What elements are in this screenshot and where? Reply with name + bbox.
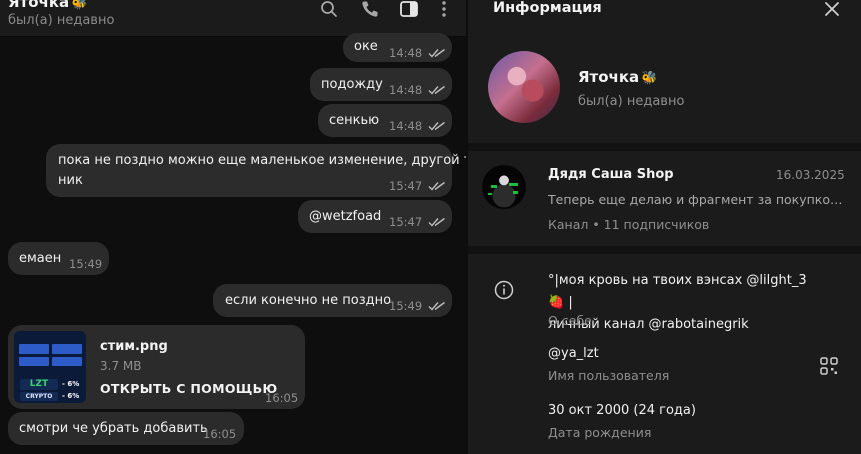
message-time: 16:05 [203, 427, 237, 441]
double-check-icon [428, 48, 445, 58]
message-time: 15:49 [389, 299, 423, 313]
info-panel: Информация Яточка 🐝 был(а) недавно Дядя С… [468, 0, 861, 454]
thumb-discount: - 6% [62, 380, 80, 388]
profile-status: был(а) недавно [578, 94, 685, 109]
message-bubble[interactable]: подожду 14:48 [310, 68, 452, 101]
search-icon[interactable] [319, 0, 339, 18]
message-text: оке [354, 39, 378, 54]
chat-status: был(а) недавно [8, 13, 115, 28]
message-bubble[interactable]: сенкью 14:48 [318, 104, 452, 137]
username-value[interactable]: @ya_lzt [548, 346, 599, 361]
bio-label: О себе [548, 313, 592, 328]
bio-line: °|моя кровь на твоих вэнсах @lilght_3 🍓 … [548, 273, 807, 310]
message-time: 14:48 [389, 46, 423, 60]
info-icon [494, 280, 514, 300]
channel-last-message: Теперь еще делаю и фрагмент за покупкой … [548, 192, 843, 207]
message-time: 16:05 [265, 391, 299, 405]
bee-emoji: 🐝 [641, 71, 658, 86]
message-time: 14:48 [389, 119, 423, 133]
message-text: смотри че убрать добавить [19, 421, 208, 436]
username-label: Имя пользователя [548, 368, 670, 383]
message-text: @wetzfoad [309, 209, 382, 224]
profile-name: Яточка 🐝 [578, 68, 657, 86]
file-size: 3.7 MB [100, 359, 142, 373]
channel-subscribers: Канал • 11 подписчиков [548, 217, 710, 232]
chat-title[interactable]: Яточка 🐝 [8, 0, 87, 11]
double-check-icon [428, 301, 445, 311]
birthday-label: Дата рождения [548, 425, 652, 440]
chat-pane: Яточка 🐝 был(а) недавно оке 14:48 подожду… [0, 0, 466, 454]
section-separator [468, 143, 861, 151]
birthday-value[interactable]: 30 окт 2000 (24 года) [548, 403, 696, 418]
double-check-icon [428, 121, 445, 131]
file-message[interactable]: LZT - 6% CRYPTO - 6% стим.png 3.7 MB ОТК… [8, 325, 305, 409]
channel-name: Дядя Саша Shop [548, 167, 674, 182]
close-icon[interactable] [824, 1, 840, 17]
message-text: если конечно не поздно [225, 293, 392, 308]
profile-name-text: Яточка [578, 68, 640, 86]
message-time: 15:47 [389, 215, 423, 229]
message-text: сенкью [329, 113, 380, 128]
sidebar-toggle-icon[interactable] [399, 0, 419, 18]
crypto-logo: CRYPTO [20, 392, 58, 401]
lzt-logo: LZT [20, 379, 58, 390]
avatar[interactable] [488, 51, 560, 123]
message-time: 14:48 [389, 83, 423, 97]
message-text-line1: пока не поздно можно еще маленькое измен… [58, 153, 466, 168]
file-name[interactable]: стим.png [100, 339, 168, 354]
chat-header[interactable]: Яточка 🐝 был(а) недавно [0, 0, 466, 37]
message-bubble[interactable]: @wetzfoad 15:47 [298, 200, 452, 233]
message-time: 15:47 [389, 179, 423, 193]
double-check-icon [428, 181, 445, 191]
message-time: 15:49 [69, 257, 103, 271]
message-text: подожду [321, 77, 383, 92]
file-thumbnail[interactable]: LZT - 6% CRYPTO - 6% [14, 331, 86, 403]
double-check-icon [428, 217, 445, 227]
message-bubble[interactable]: смотри че убрать добавить 16:05 [8, 412, 244, 445]
double-check-icon [428, 85, 445, 95]
bee-emoji: 🐝 [71, 0, 88, 11]
channel-avatar [482, 165, 526, 209]
chat-title-text: Яточка [8, 0, 70, 11]
message-text: емаен [19, 251, 62, 266]
section-separator [468, 246, 861, 254]
message-bubble[interactable]: оке 14:48 [343, 33, 452, 62]
open-with-button[interactable]: ОТКРЫТЬ С ПОМОЩЬЮ [100, 381, 277, 396]
message-bubble[interactable]: емаен 15:49 [8, 242, 109, 275]
qr-code-icon[interactable] [820, 357, 838, 375]
thumb-discount: - 6% [62, 392, 80, 400]
message-bubble[interactable]: если конечно не поздно 15:49 [213, 284, 452, 317]
channel-date: 16.03.2025 [776, 168, 845, 182]
message-text-line2: ник [58, 173, 83, 188]
more-vertical-icon[interactable] [434, 0, 454, 18]
message-bubble[interactable]: пока не поздно можно еще маленькое измен… [46, 144, 466, 197]
phone-icon[interactable] [360, 0, 380, 18]
info-title: Информация [493, 0, 602, 16]
